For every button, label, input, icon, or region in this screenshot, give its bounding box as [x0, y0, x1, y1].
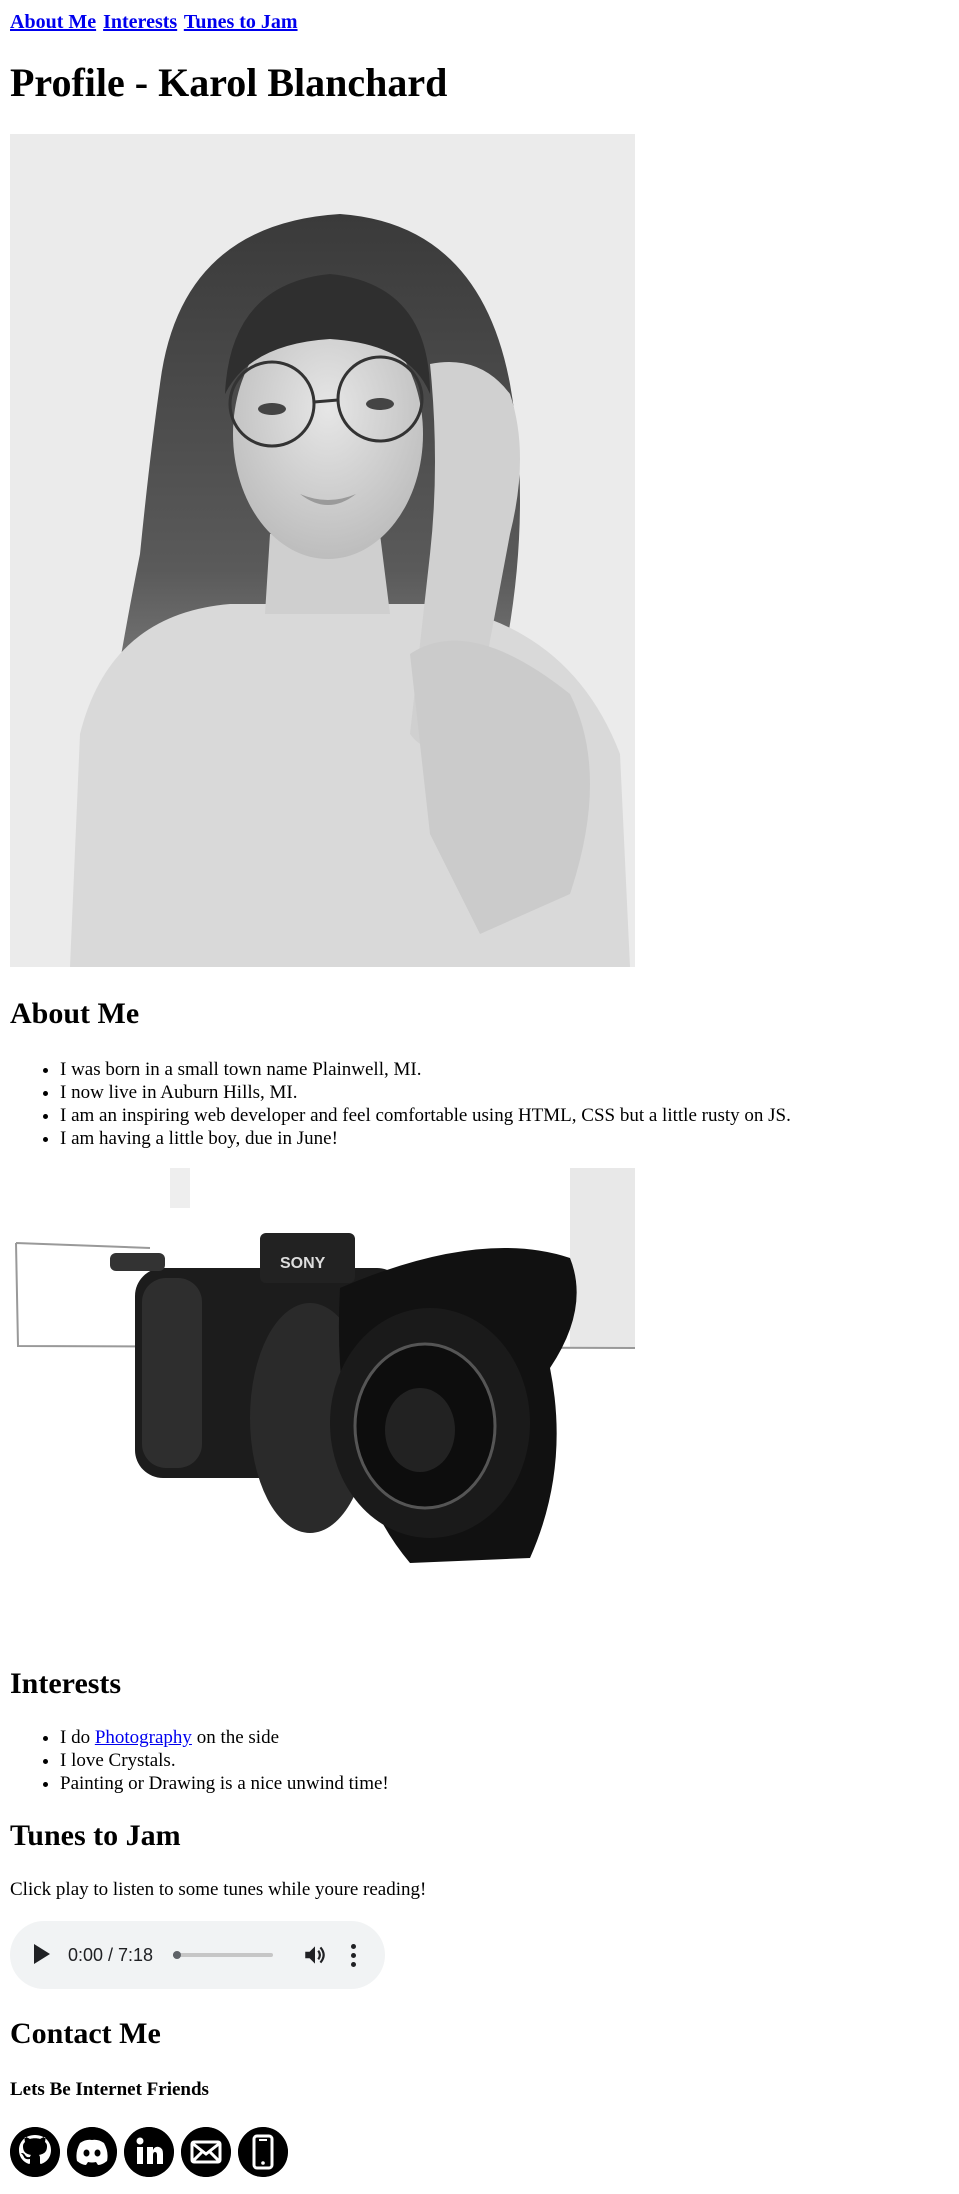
svg-text:SONY: SONY	[280, 1255, 326, 1272]
nav-link-about-me[interactable]: About Me	[10, 11, 96, 33]
list-item: I was born in a small town name Plainwel…	[60, 1058, 791, 1081]
list-item: I now live in Auburn Hills, MI.	[60, 1081, 791, 1104]
contact-heading: Contact Me	[10, 2017, 161, 2050]
interests-heading: Interests	[10, 1667, 122, 1700]
interest-text: on the side	[191, 1727, 280, 1748]
nav-link-interests[interactable]: Interests	[103, 11, 177, 33]
tunes-description: Click play to listen to some tunes while…	[10, 1879, 427, 1900]
list-item: I love Crystals.	[60, 1749, 389, 1772]
about-heading: About Me	[10, 997, 140, 1030]
top-nav: About Me Interests Tunes to Jam	[10, 9, 300, 35]
about-list: I was born in a small town name Plainwel…	[10, 1058, 791, 1150]
phone-icon[interactable]	[238, 2127, 288, 2177]
list-item: I am having a little boy, due in June!	[60, 1127, 791, 1150]
discord-icon[interactable]	[67, 2127, 117, 2177]
list-item: I do Photography on the side	[60, 1726, 389, 1749]
list-item: Painting or Drawing is a nice unwind tim…	[60, 1772, 389, 1795]
audio-time: 0:00 / 7:18	[68, 1945, 154, 1965]
interests-list: I do Photography on the side I love Crys…	[10, 1726, 389, 1795]
nav-link-tunes-to-jam[interactable]: Tunes to Jam	[184, 11, 298, 33]
profile-photo	[10, 134, 635, 967]
github-icon[interactable]	[10, 2127, 60, 2177]
linkedin-icon[interactable]	[124, 2127, 174, 2177]
more-options-icon[interactable]	[348, 1942, 358, 1968]
audio-progress-slider[interactable]	[173, 1951, 273, 1959]
photography-link[interactable]: Photography	[95, 1727, 192, 1748]
audio-player: 0:00 / 7:18	[10, 1921, 385, 1989]
volume-icon[interactable]	[302, 1942, 328, 1968]
camera-photo: SONY	[10, 1168, 635, 1568]
email-icon[interactable]	[181, 2127, 231, 2177]
list-item: I am an inspiring web developer and feel…	[60, 1104, 791, 1127]
audio-progress-knob[interactable]	[173, 1951, 181, 1959]
play-icon[interactable]	[34, 1944, 50, 1964]
page-title: Profile - Karol Blanchard	[10, 60, 448, 105]
tunes-heading: Tunes to Jam	[10, 1819, 181, 1852]
interest-text: I do	[60, 1727, 95, 1748]
contact-subheading: Lets Be Internet Friends	[10, 2079, 209, 2100]
